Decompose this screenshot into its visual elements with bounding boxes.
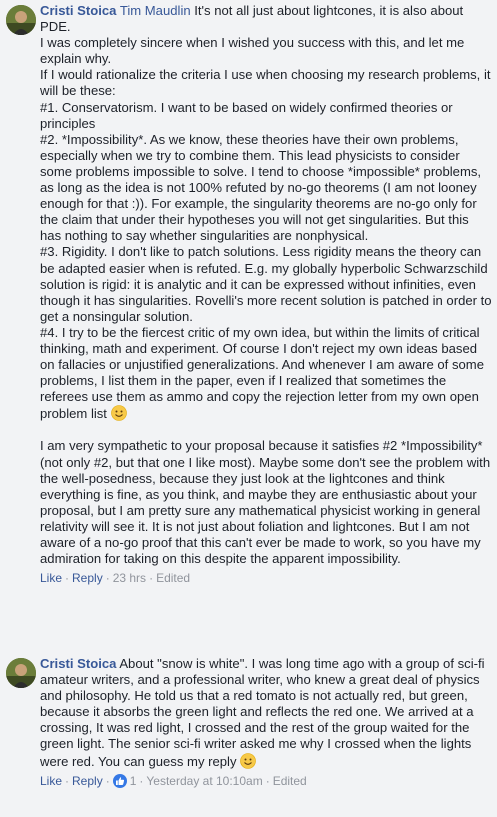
comment-actions: Like · Reply · 1 · Yesterday at 10:10am · Edited: [40, 773, 307, 789]
comment-paragraph-2: I am very sympathetic to your proposal b…: [40, 438, 491, 567]
comment-paragraph-1: It's not all just about lightcones, it i…: [40, 3, 492, 422]
comment-author[interactable]: Cristi Stoica: [40, 656, 116, 671]
avatar[interactable]: [6, 658, 36, 688]
comment-actions: Like · Reply · 23 hrs · Edited: [40, 571, 191, 586]
smiley-emoji-icon: [110, 405, 127, 422]
edited-label[interactable]: Edited: [156, 571, 190, 585]
timestamp[interactable]: 23 hrs: [113, 571, 146, 585]
avatar[interactable]: [6, 5, 36, 35]
reply-link[interactable]: Reply: [72, 774, 103, 788]
avatar-image: [6, 5, 36, 35]
mention-link[interactable]: Tim Maudlin: [120, 3, 191, 18]
like-link[interactable]: Like: [40, 571, 62, 585]
avatar-image: [6, 658, 36, 688]
edited-label[interactable]: Edited: [273, 774, 307, 788]
comment-author[interactable]: Cristi Stoica: [40, 3, 116, 18]
smiley-emoji-icon: [240, 752, 256, 769]
reply-link[interactable]: Reply: [72, 571, 103, 585]
comment-body: About "snow is white". I was long time a…: [40, 656, 485, 769]
thumbs-up-icon: [112, 774, 127, 789]
like-count: 1: [129, 774, 137, 789]
comment-text: Cristi Stoica Tim Maudlin It's not all j…: [40, 3, 492, 422]
like-link[interactable]: Like: [40, 774, 62, 788]
timestamp[interactable]: Yesterday at 10:10am: [146, 774, 262, 788]
comment-text: Cristi Stoica About "snow is white". I w…: [40, 656, 492, 770]
reaction-count[interactable]: 1: [112, 773, 137, 789]
